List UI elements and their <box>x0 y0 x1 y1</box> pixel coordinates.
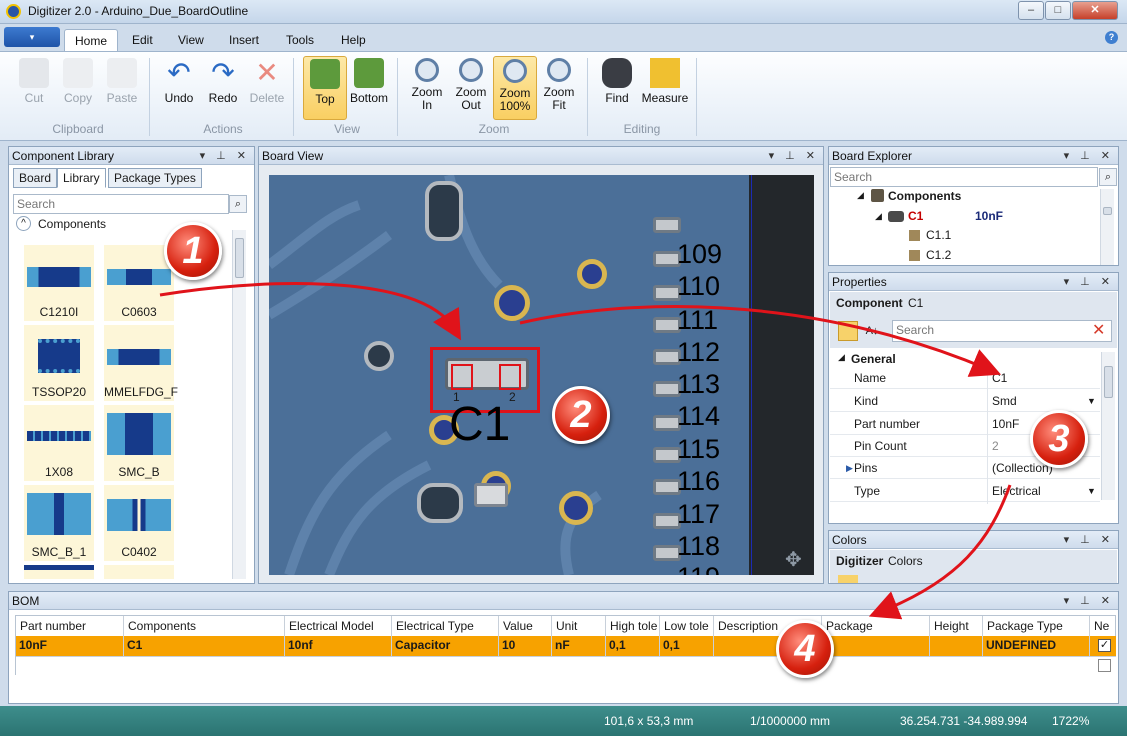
annotation-marker-4: 4 <box>776 620 834 678</box>
annotation-arrows <box>159 282 1012 620</box>
annotation-marker-1: 1 <box>164 222 222 280</box>
annotation-marker-3: 3 <box>1030 410 1088 468</box>
annotation-marker-2: 2 <box>552 386 610 444</box>
